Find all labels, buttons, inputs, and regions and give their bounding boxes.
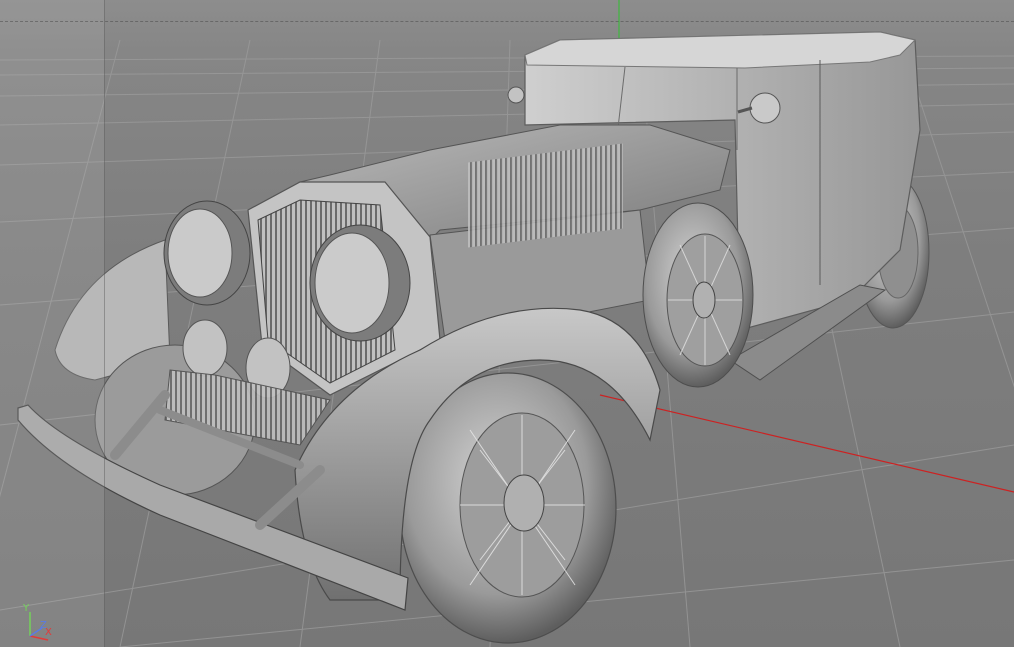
- viewport-scene[interactable]: [0, 0, 1014, 647]
- middle-wheel[interactable]: [642, 202, 754, 388]
- axis-gizmo: Y Z X: [20, 598, 60, 644]
- 3d-viewport[interactable]: Y Z X: [0, 0, 1014, 647]
- fog-lamp: [182, 319, 228, 377]
- side-mirror: [749, 92, 781, 124]
- x-axis-line: [599, 394, 1014, 493]
- axis-x-label: X: [45, 627, 52, 638]
- car-roof: [524, 31, 916, 69]
- side-lamp: [507, 86, 525, 104]
- viewport-side-panel: [0, 0, 105, 647]
- headlamp-left: [163, 200, 251, 306]
- safe-frame-line: [0, 21, 1014, 23]
- axis-y-label: Y: [23, 603, 30, 614]
- headlamp-right: [309, 224, 411, 342]
- vintage-car-model[interactable]: [17, 31, 930, 644]
